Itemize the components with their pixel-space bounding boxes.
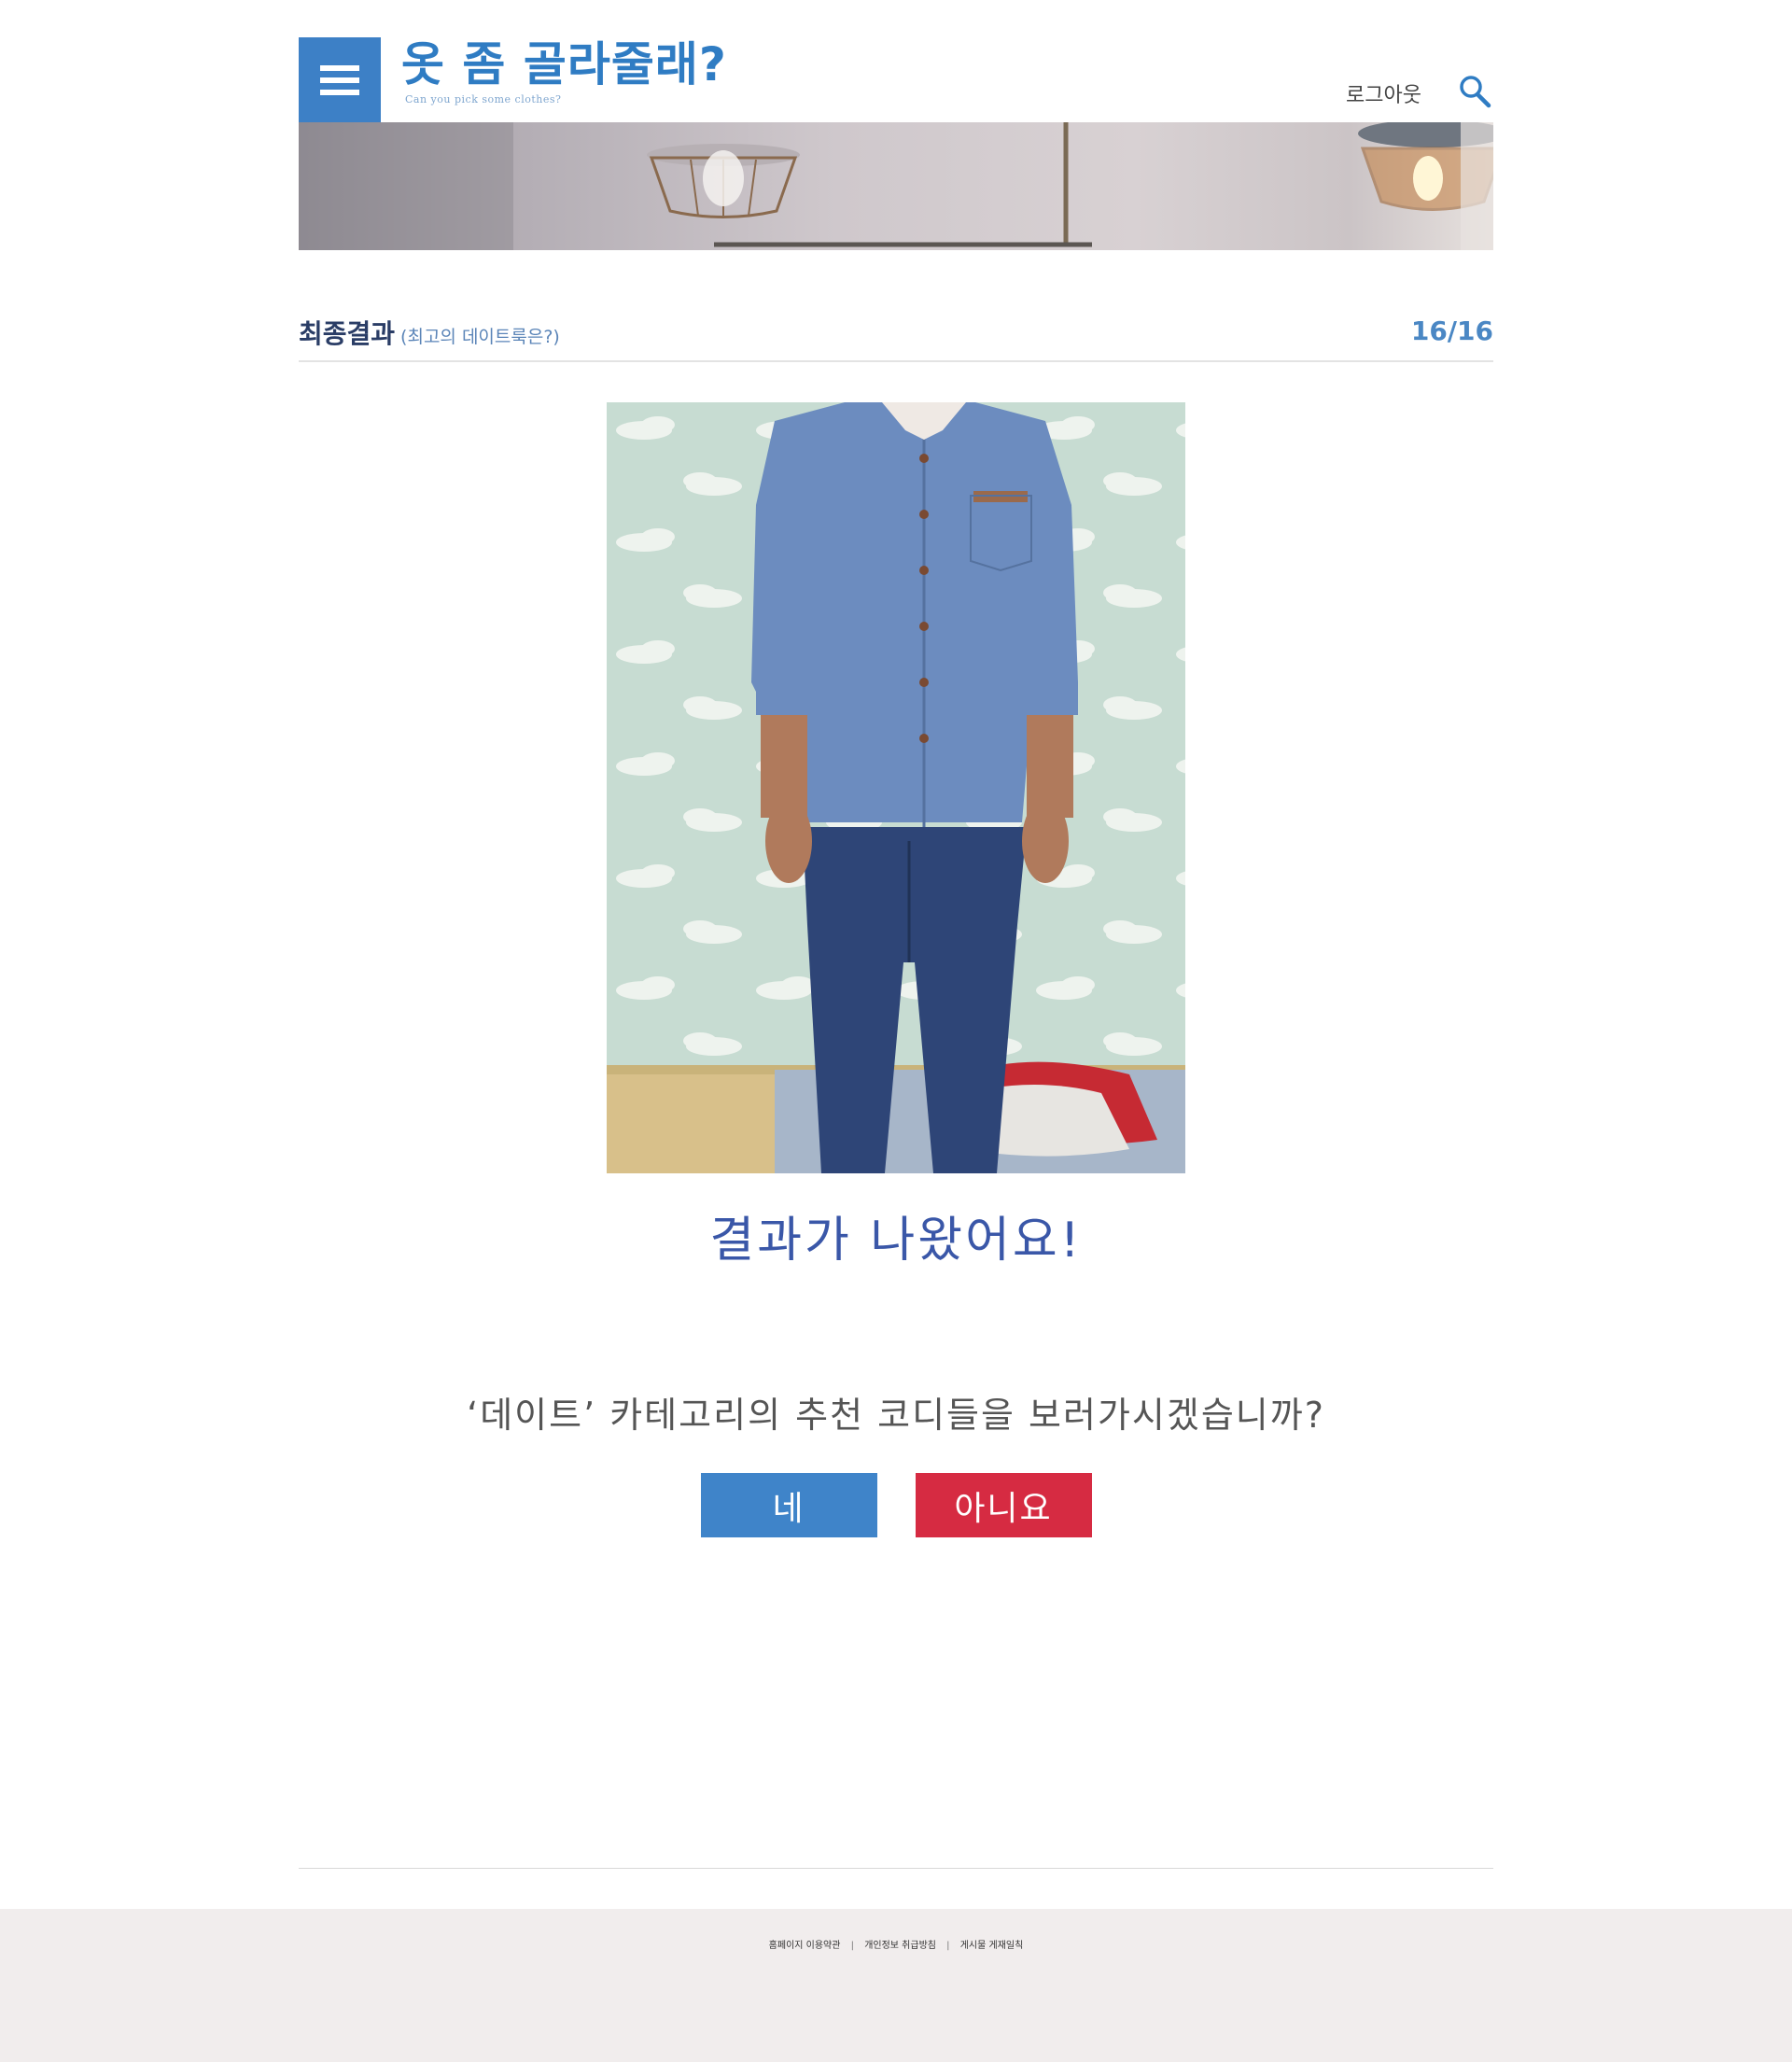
recommendation-question: ‘데이트’ 카테고리의 추천 코디들을 보러가시겠습니까? <box>467 1395 1325 1436</box>
footer-link-privacy[interactable]: 개인정보 취급방침 <box>864 1941 936 1951</box>
search-button[interactable] <box>1456 73 1493 110</box>
hamburger-icon-bar-2 <box>320 77 359 83</box>
header-banner-image <box>299 122 1493 250</box>
yes-button[interactable]: 네 <box>700 1473 877 1537</box>
progress-counter: 16/16 <box>1410 316 1493 346</box>
result-title: 결과가 나왔어요! <box>709 1213 1083 1269</box>
site-footer: 홈페이지 이용약관 | 개인정보 취급방침 | 게시물 게재일칙 <box>0 1909 1792 2062</box>
logo-title: 옷 좀 골라줄래? <box>401 37 727 91</box>
site-header: 옷 좀 골라줄래? Can you pick some clothes? 로그아… <box>299 0 1493 122</box>
hamburger-icon-bar-3 <box>320 89 359 95</box>
logout-link[interactable]: 로그아웃 <box>1346 78 1421 108</box>
page-container: 옷 좀 골라줄래? Can you pick some clothes? 로그아… <box>299 0 1493 1869</box>
footer-separator: | <box>946 1941 950 1951</box>
no-button[interactable]: 아니요 <box>915 1473 1092 1537</box>
section-title-text: 최종결과 <box>299 318 396 349</box>
site-logo[interactable]: 옷 좀 골라줄래? Can you pick some clothes? <box>401 37 727 105</box>
answer-buttons: 네 아니요 <box>299 1473 1493 1537</box>
outfit-photo-illustration <box>607 402 1185 1173</box>
content-divider <box>299 1868 1493 1869</box>
menu-button[interactable] <box>299 37 381 122</box>
section-subtitle: (최고의 데이트룩은?) <box>400 327 560 347</box>
footer-link-terms[interactable]: 홈페이지 이용약관 <box>769 1941 841 1951</box>
search-icon <box>1460 76 1491 108</box>
section-header: 최종결과 (최고의 데이트룩은?) 16/16 <box>299 314 1493 362</box>
hamburger-icon-bar-1 <box>320 64 359 71</box>
footer-link-posting-rules[interactable]: 게시물 게재일칙 <box>960 1941 1024 1951</box>
footer-links: 홈페이지 이용약관 | 개인정보 취급방침 | 게시물 게재일칙 <box>0 1937 1792 1951</box>
logo-subtitle: Can you pick some clothes? <box>405 93 562 105</box>
footer-separator: | <box>850 1941 855 1951</box>
result-outfit-photo <box>607 402 1185 1173</box>
section-title: 최종결과 (최고의 데이트룩은?) <box>299 314 560 351</box>
banner-illustration <box>299 122 1493 250</box>
